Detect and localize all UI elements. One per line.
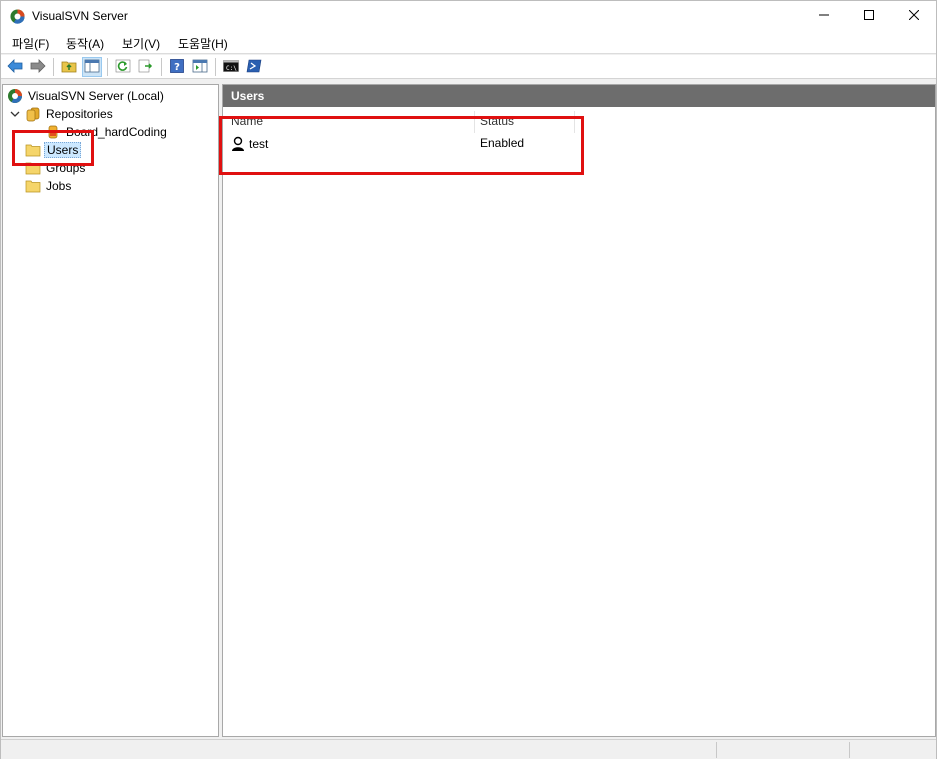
menu-action[interactable]: 동작(A)	[66, 35, 104, 52]
show-hide-tree-icon	[84, 59, 100, 76]
refresh-icon	[115, 59, 131, 76]
content-header-title: Users	[223, 85, 935, 107]
minimize-icon	[819, 9, 829, 23]
help-icon: ?	[170, 58, 184, 76]
annotation-box-user-list	[219, 116, 584, 175]
back-arrow-icon	[7, 58, 23, 76]
refresh-button[interactable]	[113, 57, 133, 77]
export-list-button[interactable]	[136, 57, 156, 77]
menu-help[interactable]: 도움말(H)	[178, 35, 228, 52]
title-bar[interactable]: VisualSVN Server	[1, 1, 936, 31]
back-button[interactable]	[5, 57, 25, 77]
toolbar-separator	[53, 58, 54, 76]
svg-text:C:\: C:\	[226, 65, 237, 72]
svg-text:?: ?	[174, 62, 180, 73]
properties-pane-icon	[192, 59, 208, 76]
close-button[interactable]	[891, 1, 937, 31]
repositories-icon	[25, 106, 41, 122]
tree-label-server: VisualSVN Server (Local)	[28, 88, 164, 103]
tree-item-server[interactable]: VisualSVN Server (Local)	[7, 87, 166, 104]
forward-button[interactable]	[28, 57, 48, 77]
navigation-tree[interactable]: VisualSVN Server (Local) Repositories Bo…	[2, 84, 219, 737]
up-folder-button[interactable]	[59, 57, 79, 77]
status-bar	[1, 739, 936, 759]
status-separator	[716, 742, 717, 758]
content-pane: Users Name Status test Enabled	[222, 84, 936, 737]
show-hide-tree-button[interactable]	[82, 57, 102, 77]
menu-view[interactable]: 보기(V)	[122, 35, 160, 52]
maximize-button[interactable]	[846, 1, 892, 31]
tree-item-repositories[interactable]: Repositories	[25, 105, 115, 122]
visualsvn-server-icon	[7, 88, 23, 104]
toolbar: ? C:\	[1, 55, 936, 79]
tree-label-repositories: Repositories	[46, 106, 113, 121]
menu-bar: 파일(F) 동작(A) 보기(V) 도움말(H)	[1, 31, 936, 54]
toolbar-separator	[107, 58, 108, 76]
tree-label-jobs: Jobs	[46, 178, 72, 193]
maximize-icon	[864, 9, 874, 23]
toolbar-separator	[215, 58, 216, 76]
visualsvn-logo-icon	[10, 9, 25, 24]
toolbar-separator	[161, 58, 162, 76]
close-icon	[908, 9, 920, 23]
forward-arrow-icon	[30, 58, 46, 76]
chevron-down-icon[interactable]	[9, 108, 21, 120]
command-prompt-button[interactable]: C:\	[221, 57, 241, 77]
app-window: VisualSVN Server 파일(F) 동작(A) 보기(V) 도움말(H…	[0, 0, 937, 759]
powershell-button[interactable]	[244, 57, 264, 77]
export-list-icon	[138, 59, 154, 76]
status-separator	[849, 742, 850, 758]
properties-pane-button[interactable]	[190, 57, 210, 77]
help-button[interactable]: ?	[167, 57, 187, 77]
tree-item-jobs[interactable]: Jobs	[25, 177, 73, 194]
menu-file[interactable]: 파일(F)	[12, 35, 49, 52]
powershell-icon	[246, 59, 262, 76]
up-folder-icon	[61, 59, 77, 76]
annotation-box-users	[12, 130, 94, 166]
command-prompt-icon: C:\	[223, 59, 239, 76]
minimize-button[interactable]	[801, 1, 847, 31]
folder-icon	[25, 178, 41, 194]
window-title: VisualSVN Server	[32, 9, 128, 23]
